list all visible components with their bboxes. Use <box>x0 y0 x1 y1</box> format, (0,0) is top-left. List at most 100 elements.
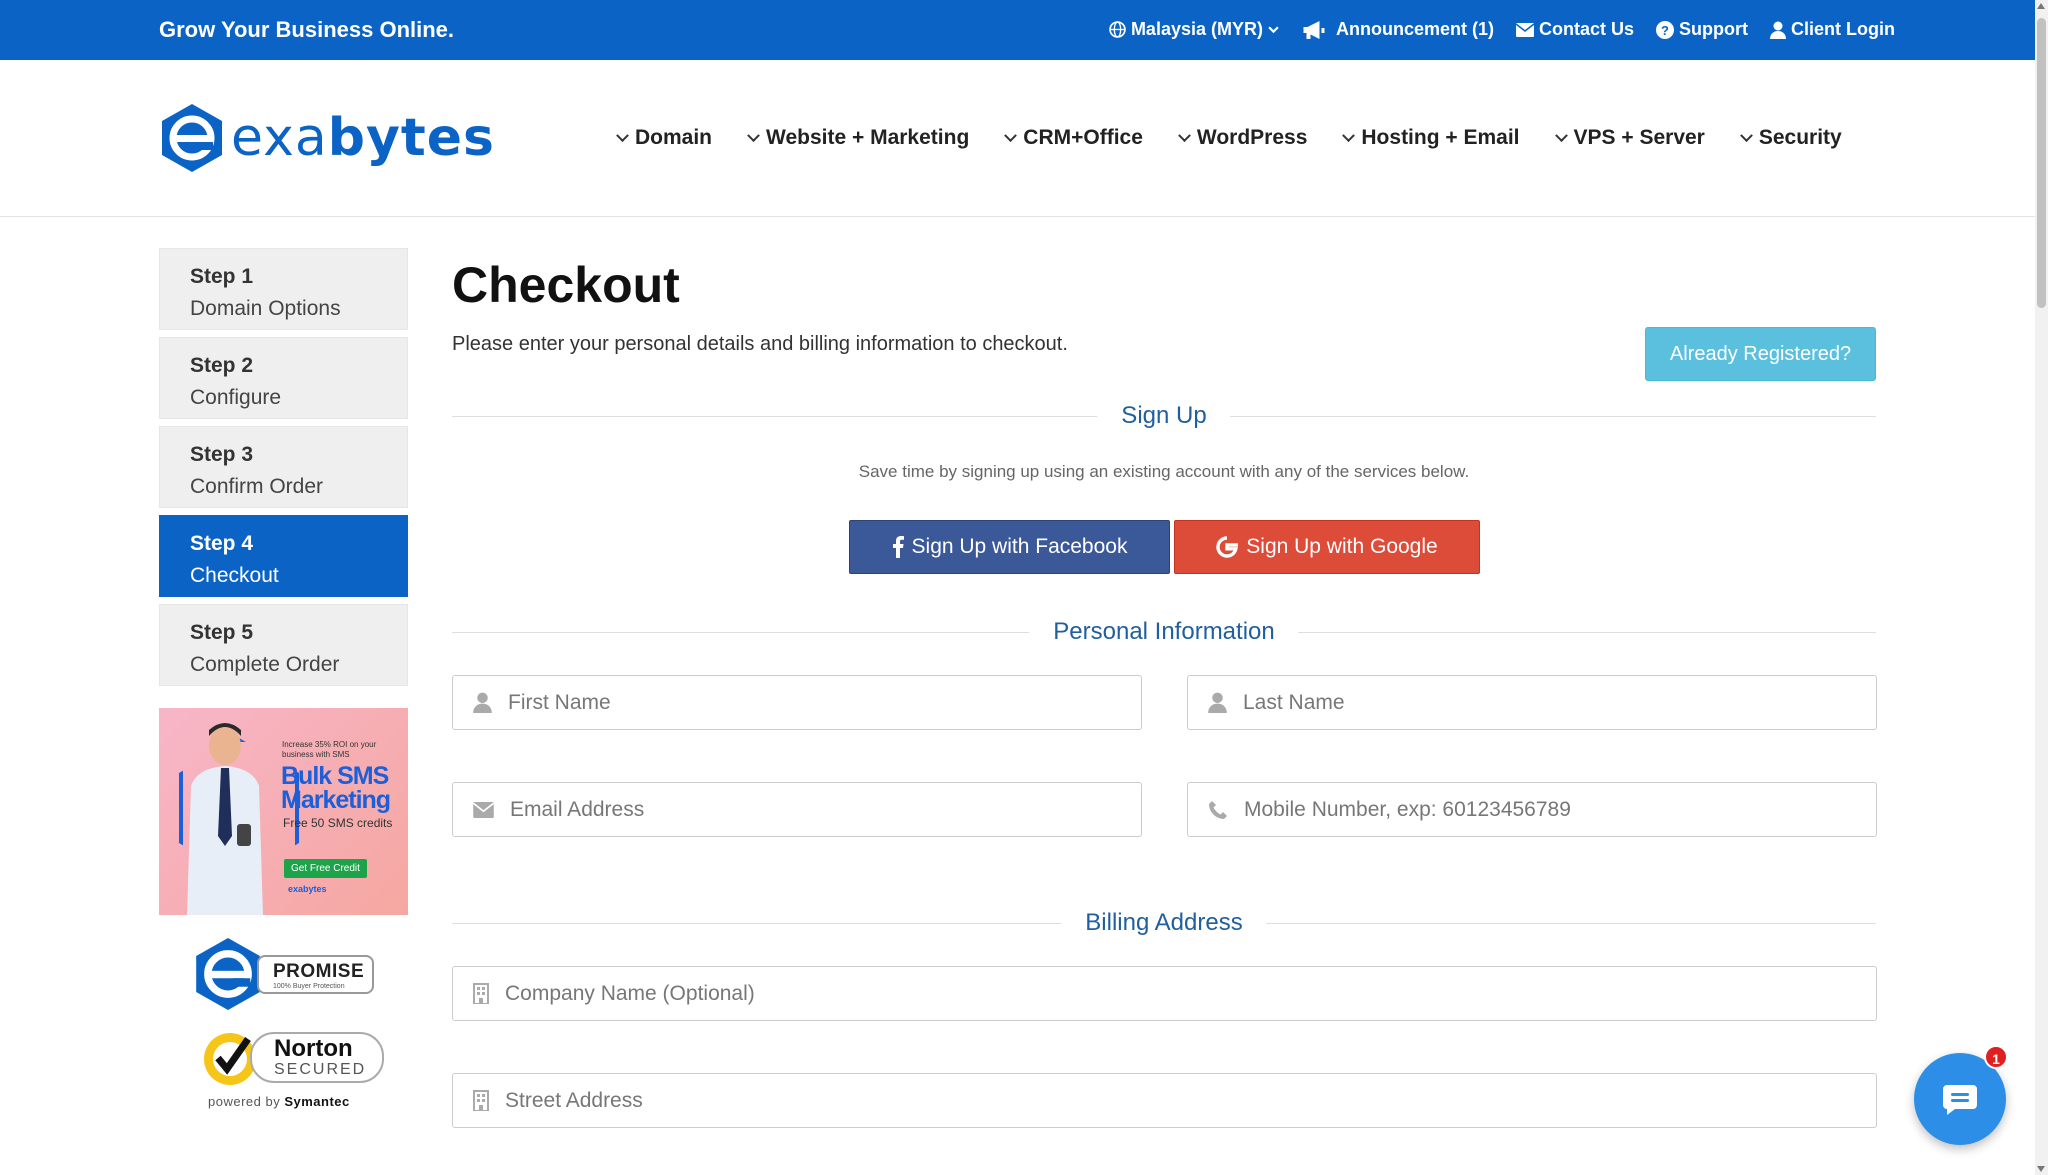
chevron-down-icon <box>747 128 760 142</box>
billing-divider: Billing Address <box>452 908 1876 938</box>
chevron-down-icon <box>1004 128 1018 142</box>
support-label: Support <box>1679 19 1749 39</box>
page-title: Checkout <box>452 257 680 313</box>
chevron-down-icon <box>1554 128 1568 142</box>
banner-brand: exabytes <box>288 884 327 894</box>
google-icon <box>1216 536 1239 558</box>
chevron-down-icon <box>616 128 629 142</box>
client-login-link[interactable]: Client Login <box>1770 19 1895 40</box>
step-5-complete-order[interactable]: Step 5 Complete Order <box>159 604 408 686</box>
street-address-field[interactable] <box>452 1073 1877 1128</box>
top-bar: Grow Your Business Online. Malaysia (MYR… <box>0 0 2048 60</box>
nav-website-marketing[interactable]: Website + Marketing <box>747 126 970 150</box>
scroll-up-arrow[interactable] <box>2037 3 2045 9</box>
step-number: Step 4 <box>190 532 254 555</box>
nav-wordpress[interactable]: WordPress <box>1178 126 1308 150</box>
exabytes-e-icon <box>162 104 222 172</box>
step-1-domain-options[interactable]: Step 1 Domain Options <box>159 248 408 330</box>
mobile-field[interactable] <box>1187 782 1877 837</box>
nav-label: Security <box>1758 126 1842 149</box>
question-circle-icon: ? <box>1656 20 1675 39</box>
banner-headline: Bulk SMS Marketing <box>281 762 391 813</box>
page-scrollbar[interactable] <box>2035 0 2048 1175</box>
nav-domain[interactable]: Domain <box>616 126 712 150</box>
promise-title: PROMISE <box>273 960 365 982</box>
facebook-button-label: Sign Up with Facebook <box>911 535 1128 558</box>
last-name-field[interactable] <box>1187 675 1877 730</box>
contact-link[interactable]: Contact Us <box>1516 19 1634 40</box>
step-number: Step 1 <box>190 265 254 288</box>
banner-free-text: Free 50 SMS credits <box>283 816 393 830</box>
norton-label-box: Norton SECURED <box>250 1031 385 1083</box>
banner-headline-1: Bulk SMS <box>281 762 389 790</box>
chevron-down-icon <box>1178 128 1191 142</box>
nav-hosting-email[interactable]: Hosting + Email <box>1342 126 1520 150</box>
scroll-down-arrow[interactable] <box>2037 1166 2045 1172</box>
phone-icon <box>1209 800 1227 819</box>
step-label: Configure <box>190 386 282 409</box>
norton-secured-badge: Norton SECURED <box>200 1025 385 1089</box>
checkout-steps: Step 1 Domain Options Step 2 Configure Ste… <box>159 248 408 693</box>
nav-label: WordPress <box>1196 126 1308 149</box>
street-address-input[interactable] <box>505 1088 1698 1113</box>
megaphone-icon <box>1303 20 1325 39</box>
powered-by-symantec: powered by Symantec <box>208 1094 350 1109</box>
signup-facebook-button[interactable]: Sign Up with Facebook <box>849 520 1170 574</box>
promise-label-box: PROMISE 100% Buyer Protection <box>257 954 375 994</box>
envelope-icon <box>1516 22 1534 37</box>
exabytes-e-icon <box>196 937 260 1011</box>
get-free-credit-button[interactable]: Get Free Credit <box>284 859 367 878</box>
logo-part-2: bytes <box>327 108 495 168</box>
promise-subtitle: 100% Buyer Protection <box>273 982 345 990</box>
step-label: Checkout <box>190 564 279 587</box>
building-icon <box>473 1090 489 1111</box>
symantec-text: Symantec <box>284 1094 350 1109</box>
email-input[interactable] <box>510 797 1078 822</box>
nav-vps-server[interactable]: VPS + Server <box>1554 126 1705 150</box>
top-links: Malaysia (MYR) Announcement (1) Contact … <box>1109 19 1895 40</box>
step-number: Step 3 <box>190 443 254 466</box>
chevron-down-icon <box>1342 128 1356 142</box>
bulk-sms-banner[interactable]: Increase 35% ROI on your business with S… <box>159 708 408 915</box>
first-name-field[interactable] <box>452 675 1142 730</box>
main-nav: Domain Website + Marketing CRM+Office Wo… <box>616 126 1842 150</box>
company-name-input[interactable] <box>505 981 1698 1006</box>
company-name-field[interactable] <box>452 966 1877 1021</box>
businessman-illustration <box>187 723 263 915</box>
chat-notification-badge: 1 <box>1984 1045 2008 1069</box>
step-3-confirm-order[interactable]: Step 3 Confirm Order <box>159 426 408 508</box>
already-registered-button[interactable]: Already Registered? <box>1645 327 1876 381</box>
mobile-input[interactable] <box>1244 797 1812 822</box>
signup-note: Save time by signing up using an existin… <box>858 462 1470 481</box>
facebook-icon <box>892 536 904 558</box>
last-name-input[interactable] <box>1243 690 1811 715</box>
billing-heading: Billing Address <box>1061 908 1267 938</box>
nav-label: CRM+Office <box>1023 126 1143 149</box>
header: exabytes Domain Website + Marketing CRM+… <box>0 60 2048 217</box>
exabytes-logo[interactable]: exabytes <box>159 102 495 174</box>
step-label: Domain Options <box>190 297 341 320</box>
signup-divider: Sign Up <box>452 401 1876 431</box>
contact-label: Contact Us <box>1539 19 1635 39</box>
signup-heading: Sign Up <box>1097 401 1231 431</box>
nav-label: Website + Marketing <box>766 126 970 149</box>
nav-label: VPS + Server <box>1573 126 1705 149</box>
nav-crm-office[interactable]: CRM+Office <box>1004 126 1143 150</box>
banner-small-text: Increase 35% ROI on your business with S… <box>282 740 377 759</box>
region-selector[interactable]: Malaysia (MYR) <box>1109 19 1279 40</box>
nav-security[interactable]: Security <box>1739 126 1842 150</box>
chevron-down-icon <box>1268 25 1279 33</box>
user-icon <box>1208 692 1227 713</box>
step-number: Step 5 <box>190 621 254 644</box>
step-4-checkout[interactable]: Step 4 Checkout <box>159 515 408 597</box>
step-2-configure[interactable]: Step 2 Configure <box>159 337 408 419</box>
chat-bubble-icon <box>1943 1085 1977 1115</box>
page-subtitle: Please enter your personal details and b… <box>452 333 1068 355</box>
personal-info-divider: Personal Information <box>452 617 1876 647</box>
email-field[interactable] <box>452 782 1142 837</box>
first-name-input[interactable] <box>508 690 1076 715</box>
scrollbar-thumb[interactable] <box>2037 18 2046 308</box>
support-link[interactable]: ? Support <box>1656 19 1748 40</box>
signup-google-button[interactable]: Sign Up with Google <box>1174 520 1480 574</box>
announcement-link[interactable]: Announcement (1) <box>1301 19 1494 40</box>
